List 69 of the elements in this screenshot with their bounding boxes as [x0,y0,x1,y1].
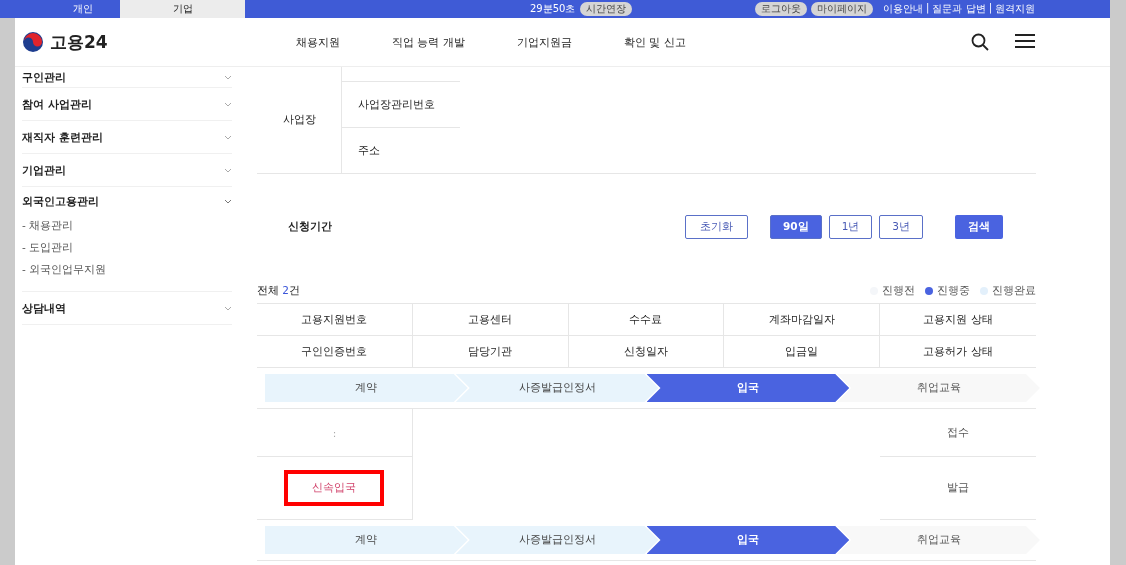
logo-icon [22,31,44,53]
legend-label: 진행중 [937,284,970,298]
column-header: 담당기관 [412,336,569,368]
sidebar-item[interactable]: 상담내역 [22,292,232,325]
progress-step: 계약 [265,374,468,402]
legend-label: 진행전 [882,284,915,298]
period-option[interactable]: 3년 [879,214,923,239]
progress-step: 취업교육 [837,526,1040,554]
progress-step: 계약 [265,526,468,554]
column-header: 고용허가 상태 [880,336,1036,368]
progress-step: 사증발급인정서 [455,526,659,554]
column-header: 고용지원 상태 [880,304,1036,336]
link-separator: | [926,2,930,16]
nav-link[interactable]: 기업지원금 [516,34,572,50]
period-label: 신청기간 [288,219,332,234]
legend-label: 진행완료 [992,284,1036,298]
progress-step: 취업교육 [837,374,1040,402]
chevron-icon [224,101,232,107]
search-icon[interactable] [971,33,989,51]
account-button[interactable]: 로그아웃 [755,2,808,16]
nav-link[interactable]: 채용지원 [295,34,340,50]
column-header: 고용지원번호 [257,304,413,336]
nav-link[interactable]: 직업 능력 개발 [391,34,465,50]
progress-step: 입국 [646,374,850,402]
account-button[interactable]: 마이페이지 [811,2,874,16]
table-cell: 접수 [947,425,970,440]
menu-icon[interactable] [1015,33,1035,49]
chevron-icon [224,74,232,80]
utility-link[interactable]: 질문과 답변 [932,2,986,16]
column-header: 고용센터 [412,304,569,336]
progress-step: 사증발급인정서 [455,374,659,402]
column-header: 입금일 [724,336,881,368]
table-cell: 발급 [947,481,970,495]
sidebar-item[interactable]: 기업관리 [22,154,232,187]
field-label: 주소 [342,127,460,173]
progress-step: 입국 [646,526,850,554]
search-button[interactable]: 검색 [955,214,1003,239]
utility-link[interactable]: 원격지원 [995,2,1035,16]
user-type-tab[interactable]: 기업 [120,0,245,18]
field-label: 사업장관리번호 [342,81,460,127]
sidebar-item[interactable]: 외국인고용관리 [22,187,232,215]
column-header: 수수료 [568,304,725,336]
nav-link[interactable]: 확인 및 신고 [623,34,686,50]
period-option[interactable]: 1년 [828,214,873,239]
sidebar-subitem[interactable]: - 도입관리 [22,237,232,259]
table-cell: : [332,426,337,439]
sidebar-item[interactable]: 재직자 훈련관리 [22,121,232,154]
link-separator: | [988,2,992,16]
column-header: 계좌마감일자 [724,304,881,336]
sidebar-item[interactable]: 참여 사업관리 [22,88,232,121]
sidebar-subitem[interactable]: - 채용관리 [22,215,232,237]
result-count: 전체 2건 [257,284,301,298]
chevron-icon [224,167,232,173]
site-logo-text[interactable]: 고용24 [50,30,108,54]
column-header: 구인인증번호 [257,336,413,368]
utility-link[interactable]: 이용안내 [883,2,924,16]
user-type-tab[interactable]: 개인 [45,0,120,18]
column-header: 신청일자 [568,336,725,368]
sidebar-subitem[interactable]: - 외국인업무지원 [22,259,232,281]
group-label: 사업장 [282,113,316,127]
reset-button[interactable]: 초기화 [685,214,748,239]
chevron-icon [224,305,232,311]
period-option[interactable]: 90일 [770,214,822,239]
table-cell: 신속입국 [284,470,385,506]
extend-session-button[interactable]: 시간연장 [580,2,633,16]
sidebar-item[interactable]: 구인관리 [22,67,232,88]
chevron-icon [224,198,232,204]
session-timer: 29분50초 [530,2,576,16]
chevron-icon [224,134,232,140]
